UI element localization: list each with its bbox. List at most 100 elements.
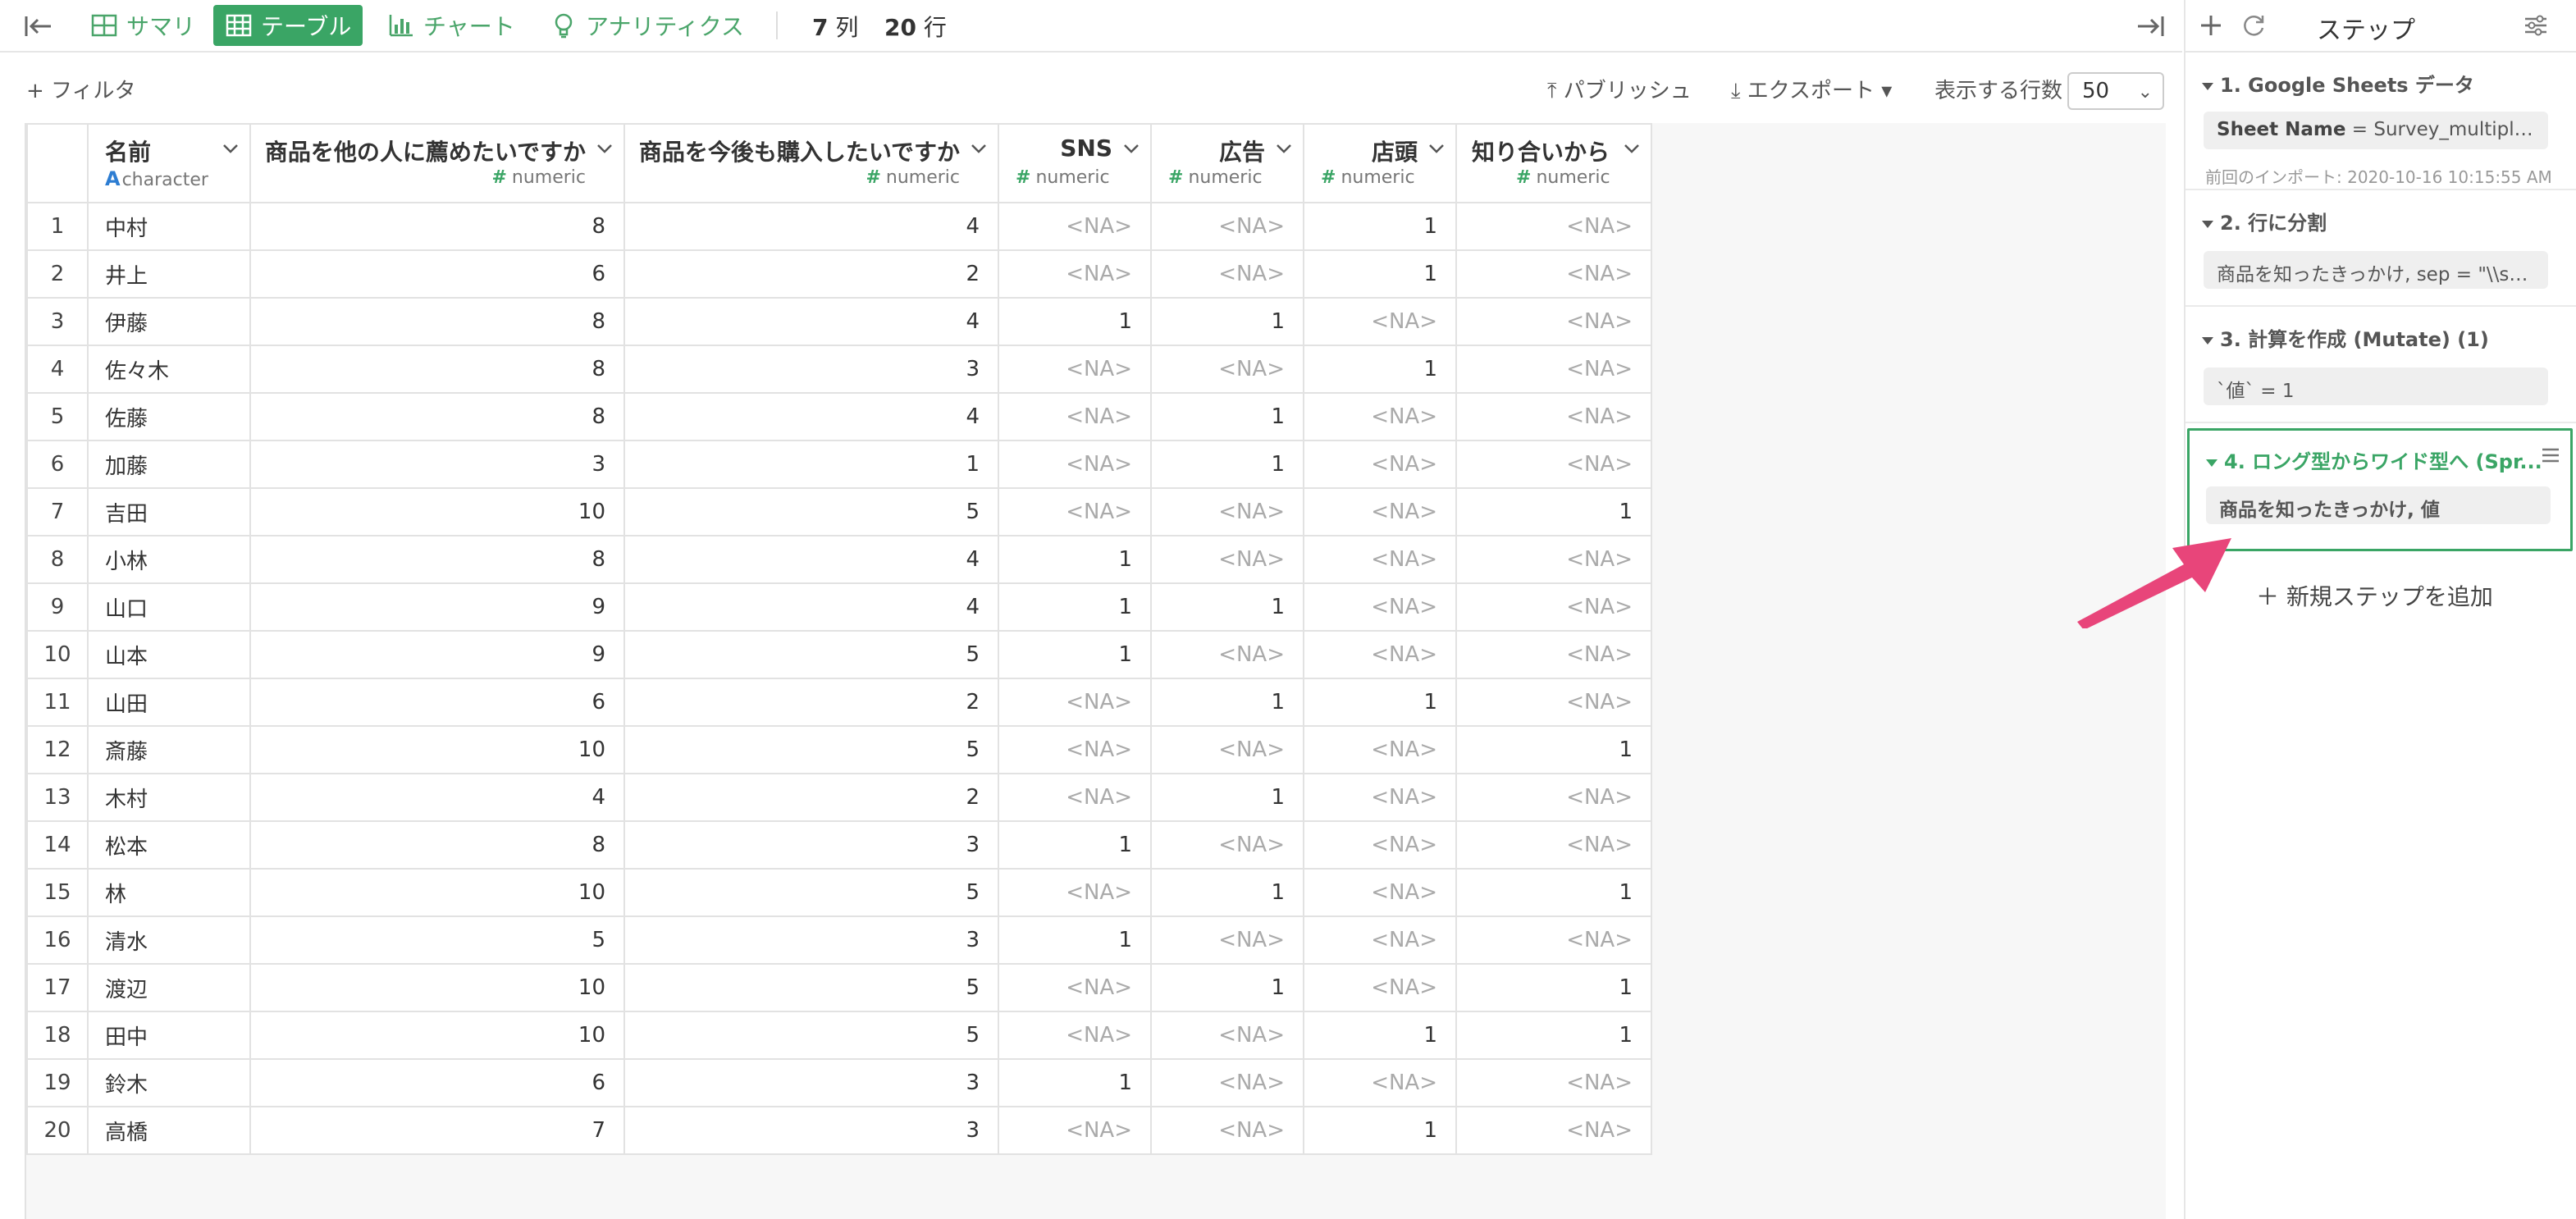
table-cell[interactable]: <NA>: [1303, 963, 1457, 1012]
table-cell[interactable]: <NA>: [998, 868, 1152, 917]
table-cell[interactable]: 9: [249, 630, 625, 679]
table-cell[interactable]: 佐々木: [87, 345, 251, 394]
table-cell[interactable]: 3: [623, 1058, 999, 1107]
add-filter-button[interactable]: + フィルタ: [26, 74, 136, 104]
table-cell[interactable]: <NA>: [998, 678, 1152, 727]
plus-icon[interactable]: [2197, 11, 2225, 39]
table-cell[interactable]: 1: [623, 440, 999, 489]
table-cell[interactable]: <NA>: [1455, 1058, 1652, 1107]
step-item-active[interactable]: 4. ロング型からワイド型へ (Spr... 商品を知ったきっかけ, 値: [2187, 428, 2573, 551]
table-cell[interactable]: 佐藤: [87, 392, 251, 441]
table-cell[interactable]: 井上: [87, 249, 251, 299]
table-cell[interactable]: 1: [1303, 678, 1457, 727]
table-cell[interactable]: <NA>: [1150, 535, 1304, 584]
table-row[interactable]: 6 加藤 3 1 <NA> 1 <NA> <NA>: [26, 440, 1652, 489]
tab-summary[interactable]: サマリ: [79, 5, 207, 46]
table-cell[interactable]: <NA>: [1150, 202, 1304, 251]
table-cell[interactable]: 1: [998, 582, 1152, 632]
table-cell[interactable]: <NA>: [1455, 678, 1652, 727]
table-cell[interactable]: 伊藤: [87, 297, 251, 346]
table-cell[interactable]: <NA>: [1455, 915, 1652, 965]
table-cell[interactable]: <NA>: [1455, 392, 1652, 441]
chevron-down-icon[interactable]: [596, 139, 614, 158]
table-cell[interactable]: <NA>: [1303, 297, 1457, 346]
table-cell[interactable]: 1: [1455, 725, 1652, 774]
table-cell[interactable]: 1: [1150, 440, 1304, 489]
table-cell[interactable]: 10: [249, 725, 625, 774]
table-row[interactable]: 9 山口 9 4 1 1 <NA> <NA>: [26, 582, 1652, 632]
table-cell[interactable]: <NA>: [1455, 249, 1652, 299]
table-cell[interactable]: 1: [1150, 678, 1304, 727]
step-summary[interactable]: `値` = 1: [2204, 368, 2548, 405]
export-button[interactable]: ⤓ エクスポート ▾: [1731, 74, 1892, 104]
table-cell[interactable]: 1: [1150, 392, 1304, 441]
table-cell[interactable]: 6: [249, 678, 625, 727]
table-cell[interactable]: <NA>: [1303, 582, 1457, 632]
table-cell[interactable]: <NA>: [1150, 1106, 1304, 1155]
table-cell[interactable]: <NA>: [1150, 345, 1304, 394]
table-cell[interactable]: 山口: [87, 582, 251, 632]
table-cell[interactable]: <NA>: [1303, 392, 1457, 441]
table-cell[interactable]: <NA>: [1303, 725, 1457, 774]
table-cell[interactable]: 1: [1303, 249, 1457, 299]
column-header[interactable]: 商品を今後も購入したいですか # numeric: [623, 123, 999, 203]
column-header[interactable]: 名前 Acharacter: [87, 123, 251, 203]
table-row[interactable]: 16 清水 5 3 1 <NA> <NA> <NA>: [26, 915, 1652, 965]
table-cell[interactable]: <NA>: [998, 1106, 1152, 1155]
table-row[interactable]: 15 林 10 5 <NA> 1 <NA> 1: [26, 868, 1652, 917]
publish-button[interactable]: ⤒ パブリッシュ: [1547, 74, 1692, 104]
table-cell[interactable]: 5: [623, 487, 999, 536]
table-cell[interactable]: <NA>: [1455, 820, 1652, 870]
table-cell[interactable]: <NA>: [1455, 773, 1652, 822]
table-cell[interactable]: <NA>: [1150, 725, 1304, 774]
table-cell[interactable]: <NA>: [1150, 820, 1304, 870]
table-cell[interactable]: 吉田: [87, 487, 251, 536]
table-cell[interactable]: 1: [998, 535, 1152, 584]
table-cell[interactable]: 8: [249, 535, 625, 584]
tab-table[interactable]: テーブル: [213, 5, 363, 46]
table-row[interactable]: 4 佐々木 8 3 <NA> <NA> 1 <NA>: [26, 345, 1652, 394]
table-row[interactable]: 8 小林 8 4 1 <NA> <NA> <NA>: [26, 535, 1652, 584]
column-header[interactable]: 商品を他の人に薦めたいですか # numeric: [249, 123, 625, 203]
table-cell[interactable]: 3: [623, 345, 999, 394]
table-row[interactable]: 13 木村 4 2 <NA> 1 <NA> <NA>: [26, 773, 1652, 822]
table-cell[interactable]: 1: [998, 915, 1152, 965]
table-cell[interactable]: <NA>: [1150, 1011, 1304, 1060]
table-cell[interactable]: 1: [1303, 345, 1457, 394]
table-cell[interactable]: 8: [249, 202, 625, 251]
table-cell[interactable]: 7: [249, 1106, 625, 1155]
table-cell[interactable]: 1: [1455, 963, 1652, 1012]
column-header[interactable]: 知り合いから # numeric: [1455, 123, 1652, 203]
chevron-down-icon[interactable]: [1122, 139, 1140, 158]
table-row[interactable]: 18 田中 10 5 <NA> <NA> 1 1: [26, 1011, 1652, 1060]
table-cell[interactable]: 3: [623, 915, 999, 965]
table-cell[interactable]: 中村: [87, 202, 251, 251]
table-cell[interactable]: 4: [623, 582, 999, 632]
chevron-down-icon[interactable]: [1427, 139, 1446, 158]
table-cell[interactable]: 1: [1455, 1011, 1652, 1060]
collapse-left-icon[interactable]: [21, 10, 54, 43]
table-cell[interactable]: 5: [623, 1011, 999, 1060]
table-cell[interactable]: 8: [249, 820, 625, 870]
table-cell[interactable]: <NA>: [1455, 1106, 1652, 1155]
collapse-right-icon[interactable]: [2135, 10, 2167, 43]
table-row[interactable]: 20 高橋 7 3 <NA> <NA> 1 <NA>: [26, 1106, 1652, 1155]
column-header[interactable]: 広告 # numeric: [1150, 123, 1304, 203]
table-cell[interactable]: 2: [623, 249, 999, 299]
table-cell[interactable]: <NA>: [1303, 773, 1457, 822]
settings-sliders-icon[interactable]: [2522, 11, 2550, 39]
table-cell[interactable]: <NA>: [1303, 630, 1457, 679]
step-item[interactable]: 2. 行に分割 商品を知ったきっかけ, sep = "\\s*\\...: [2185, 192, 2576, 307]
table-cell[interactable]: <NA>: [998, 249, 1152, 299]
table-cell[interactable]: <NA>: [1303, 868, 1457, 917]
table-cell[interactable]: <NA>: [1455, 202, 1652, 251]
table-cell[interactable]: 1: [998, 820, 1152, 870]
table-cell[interactable]: 鈴木: [87, 1058, 251, 1107]
table-cell[interactable]: <NA>: [1150, 249, 1304, 299]
table-cell[interactable]: 1: [998, 297, 1152, 346]
table-cell[interactable]: 4: [249, 773, 625, 822]
table-cell[interactable]: 1: [998, 630, 1152, 679]
table-cell[interactable]: <NA>: [1455, 582, 1652, 632]
table-cell[interactable]: <NA>: [998, 773, 1152, 822]
table-cell[interactable]: 1: [1455, 868, 1652, 917]
